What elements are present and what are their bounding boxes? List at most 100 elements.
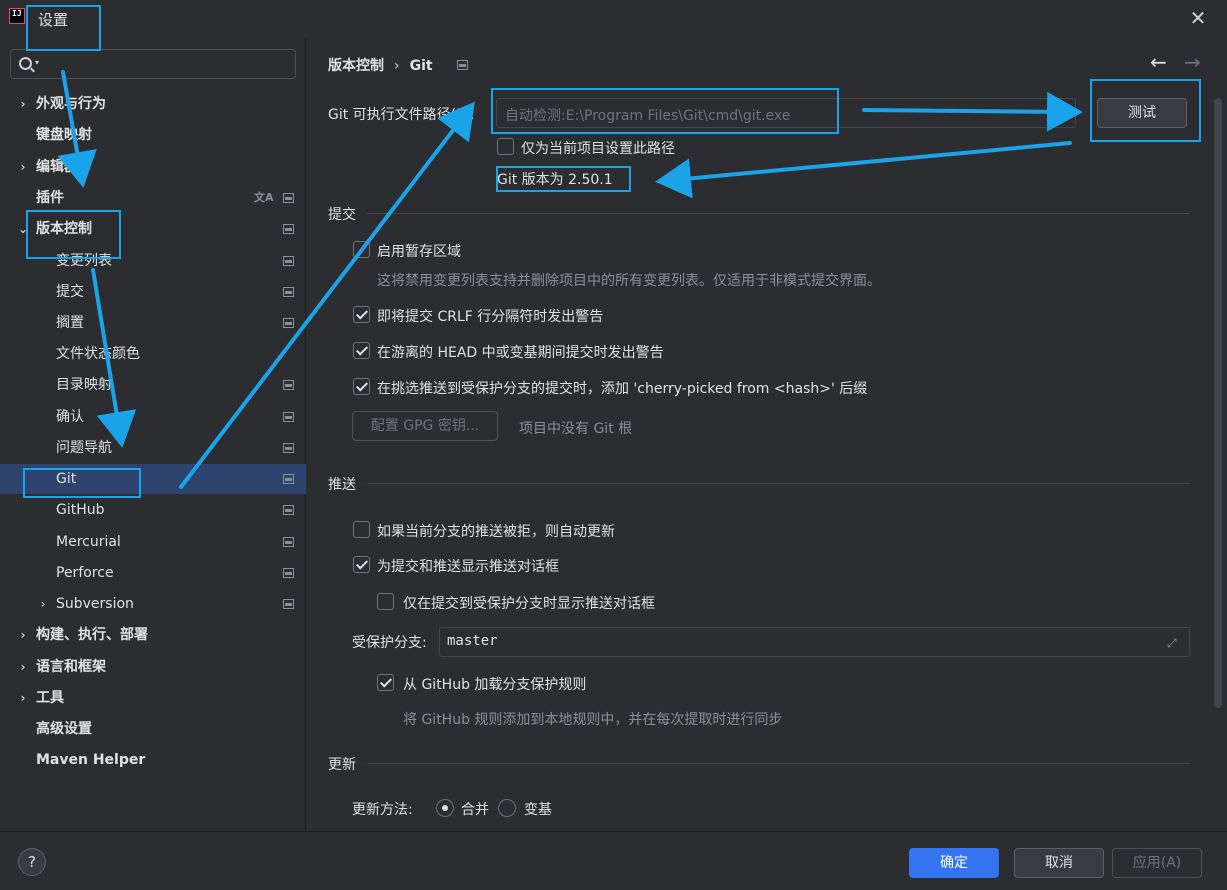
breadcrumb: 版本控制 › Git: [328, 55, 433, 75]
project-scope-icon: [283, 318, 294, 328]
sidebar-item-label: 搁置: [56, 315, 84, 331]
sidebar-item-label: 变更列表: [56, 253, 112, 269]
sidebar-item-label: 编辑器: [36, 159, 78, 175]
cherry-pick-label: 在挑选推送到受保护分支的提交时，添加 'cherry-picked from <…: [377, 381, 868, 397]
show-push-dialog-checkbox[interactable]: [353, 556, 370, 573]
sidebar-item-17[interactable]: › 构建、执行、部署: [0, 620, 306, 650]
project-scope-icon: [283, 412, 294, 422]
close-icon[interactable]: ✕: [1187, 7, 1209, 29]
ok-button[interactable]: 确定: [909, 848, 999, 878]
auto-update-checkbox[interactable]: [353, 521, 370, 538]
expand-icon[interactable]: ⤢: [1167, 636, 1180, 650]
window-title: 设置: [38, 11, 69, 29]
breadcrumb-separator: ›: [394, 58, 400, 74]
sidebar-item-label: 版本控制: [36, 221, 92, 237]
chevron-right-icon[interactable]: ›: [37, 589, 49, 619]
apply-button[interactable]: 应用(A): [1112, 848, 1202, 878]
show-push-dialog-label: 为提交和推送显示推送对话框: [377, 559, 559, 575]
sidebar-item-13[interactable]: GitHub: [0, 495, 306, 525]
rebase-radio[interactable]: [498, 799, 516, 817]
merge-radio[interactable]: [436, 799, 454, 817]
project-only-label: 仅为当前项目设置此路径: [521, 141, 675, 157]
breadcrumb-parent[interactable]: 版本控制: [328, 58, 384, 74]
back-arrow-icon[interactable]: ←: [1150, 50, 1167, 74]
section-divider: [367, 763, 1189, 764]
sidebar-item-1[interactable]: 键盘映射: [0, 120, 306, 150]
auto-update-label: 如果当前分支的推送被拒，则自动更新: [377, 524, 615, 540]
sidebar-item-4[interactable]: ⌄ 版本控制: [0, 214, 306, 244]
project-scope-icon: [283, 443, 294, 453]
github-rules-checkbox[interactable]: [377, 674, 394, 691]
push-section-title: 推送: [328, 477, 356, 493]
search-icon: [19, 57, 32, 70]
sidebar-item-20[interactable]: 高级设置: [0, 714, 306, 744]
sidebar-item-label: 问题导航: [56, 440, 112, 456]
git-path-placeholder: 自动检测:E:\Program Files\Git\cmd\git.exe: [505, 108, 791, 124]
sidebar-item-label: GitHub: [56, 502, 105, 518]
chevron-right-icon[interactable]: ›: [17, 683, 29, 713]
detached-head-checkbox[interactable]: [353, 342, 370, 359]
sidebar-item-label: 确认: [56, 409, 84, 425]
chevron-right-icon[interactable]: ›: [17, 620, 29, 650]
sidebar-item-18[interactable]: › 语言和框架: [0, 652, 306, 682]
staging-checkbox[interactable]: [353, 241, 370, 258]
sidebar-item-label: 语言和框架: [36, 659, 106, 675]
sidebar-item-2[interactable]: › 编辑器: [0, 152, 306, 182]
protected-only-checkbox[interactable]: [377, 593, 394, 610]
sidebar-item-16[interactable]: › Subversion: [0, 589, 306, 619]
sidebar-item-3[interactable]: 插件 文A: [0, 183, 306, 213]
sidebar-item-label: 提交: [56, 284, 84, 300]
crlf-checkbox[interactable]: [353, 306, 370, 323]
git-path-input[interactable]: 自动检测:E:\Program Files\Git\cmd\git.exe: [496, 98, 1076, 128]
staging-label: 启用暂存区域: [377, 244, 461, 260]
vertical-scrollbar[interactable]: [1214, 98, 1222, 708]
project-scope-icon: [457, 60, 468, 70]
cherry-pick-checkbox[interactable]: [353, 378, 370, 395]
forward-arrow-icon[interactable]: →: [1184, 50, 1201, 74]
sidebar-item-6[interactable]: 提交: [0, 277, 306, 307]
cancel-button[interactable]: 取消: [1014, 848, 1104, 878]
chevron-right-icon[interactable]: ›: [17, 652, 29, 682]
breadcrumb-current: Git: [409, 58, 433, 74]
sidebar-item-11[interactable]: 问题导航: [0, 433, 306, 463]
sidebar-item-8[interactable]: 文件状态颜色: [0, 339, 306, 369]
sidebar-item-7[interactable]: 搁置: [0, 308, 306, 338]
sidebar-item-label: Subversion: [56, 596, 134, 612]
protected-branches-input[interactable]: master ⤢: [439, 627, 1190, 657]
help-button[interactable]: ?: [18, 848, 46, 876]
translate-icon: 文A: [254, 191, 274, 204]
project-scope-icon: [283, 505, 294, 515]
sidebar-item-5[interactable]: 变更列表: [0, 246, 306, 276]
sidebar-item-0[interactable]: › 外观与行为: [0, 89, 306, 119]
protected-branches-value: master: [447, 633, 498, 649]
sidebar-item-label: Maven Helper: [36, 752, 146, 768]
section-divider: [367, 483, 1189, 484]
search-input[interactable]: ▾: [10, 49, 296, 79]
sidebar-item-21[interactable]: Maven Helper: [0, 745, 306, 775]
test-button[interactable]: 测试: [1097, 98, 1187, 128]
intellij-logo-icon: IJ: [7, 6, 27, 26]
sidebar-item-12[interactable]: Git: [0, 464, 306, 494]
git-version-text: Git 版本为 2.50.1: [497, 172, 613, 188]
title-bar: IJ 设置 ✕: [0, 0, 1227, 38]
chevron-down-icon[interactable]: ⌄: [17, 214, 29, 244]
chevron-down-icon: ▾: [35, 58, 40, 67]
gpg-note: 项目中没有 Git 根: [519, 421, 633, 437]
sidebar-item-label: 工具: [36, 690, 64, 706]
chevron-right-icon[interactable]: ›: [17, 89, 29, 119]
sidebar-item-14[interactable]: Mercurial: [0, 527, 306, 557]
project-scope-icon: [283, 224, 294, 234]
folder-icon[interactable]: [1051, 108, 1067, 120]
sidebar-item-19[interactable]: › 工具: [0, 683, 306, 713]
chevron-right-icon[interactable]: ›: [17, 152, 29, 182]
sidebar-item-label: Git: [56, 471, 77, 487]
configure-gpg-button[interactable]: 配置 GPG 密钥...: [352, 411, 498, 441]
sidebar-item-10[interactable]: 确认: [0, 402, 306, 432]
project-scope-icon: [283, 193, 294, 203]
settings-sidebar: ▾ › 外观与行为 键盘映射 › 编辑器 插件 文A ⌄ 版本控制 变更列表 提交 搁置 文件状态颜色目…: [0, 38, 306, 831]
project-only-checkbox[interactable]: [497, 138, 514, 155]
sidebar-item-label: 插件: [36, 190, 64, 206]
git-path-label: Git 可执行文件路径(P):: [328, 107, 475, 123]
sidebar-item-9[interactable]: 目录映射: [0, 370, 306, 400]
sidebar-item-15[interactable]: Perforce: [0, 558, 306, 588]
